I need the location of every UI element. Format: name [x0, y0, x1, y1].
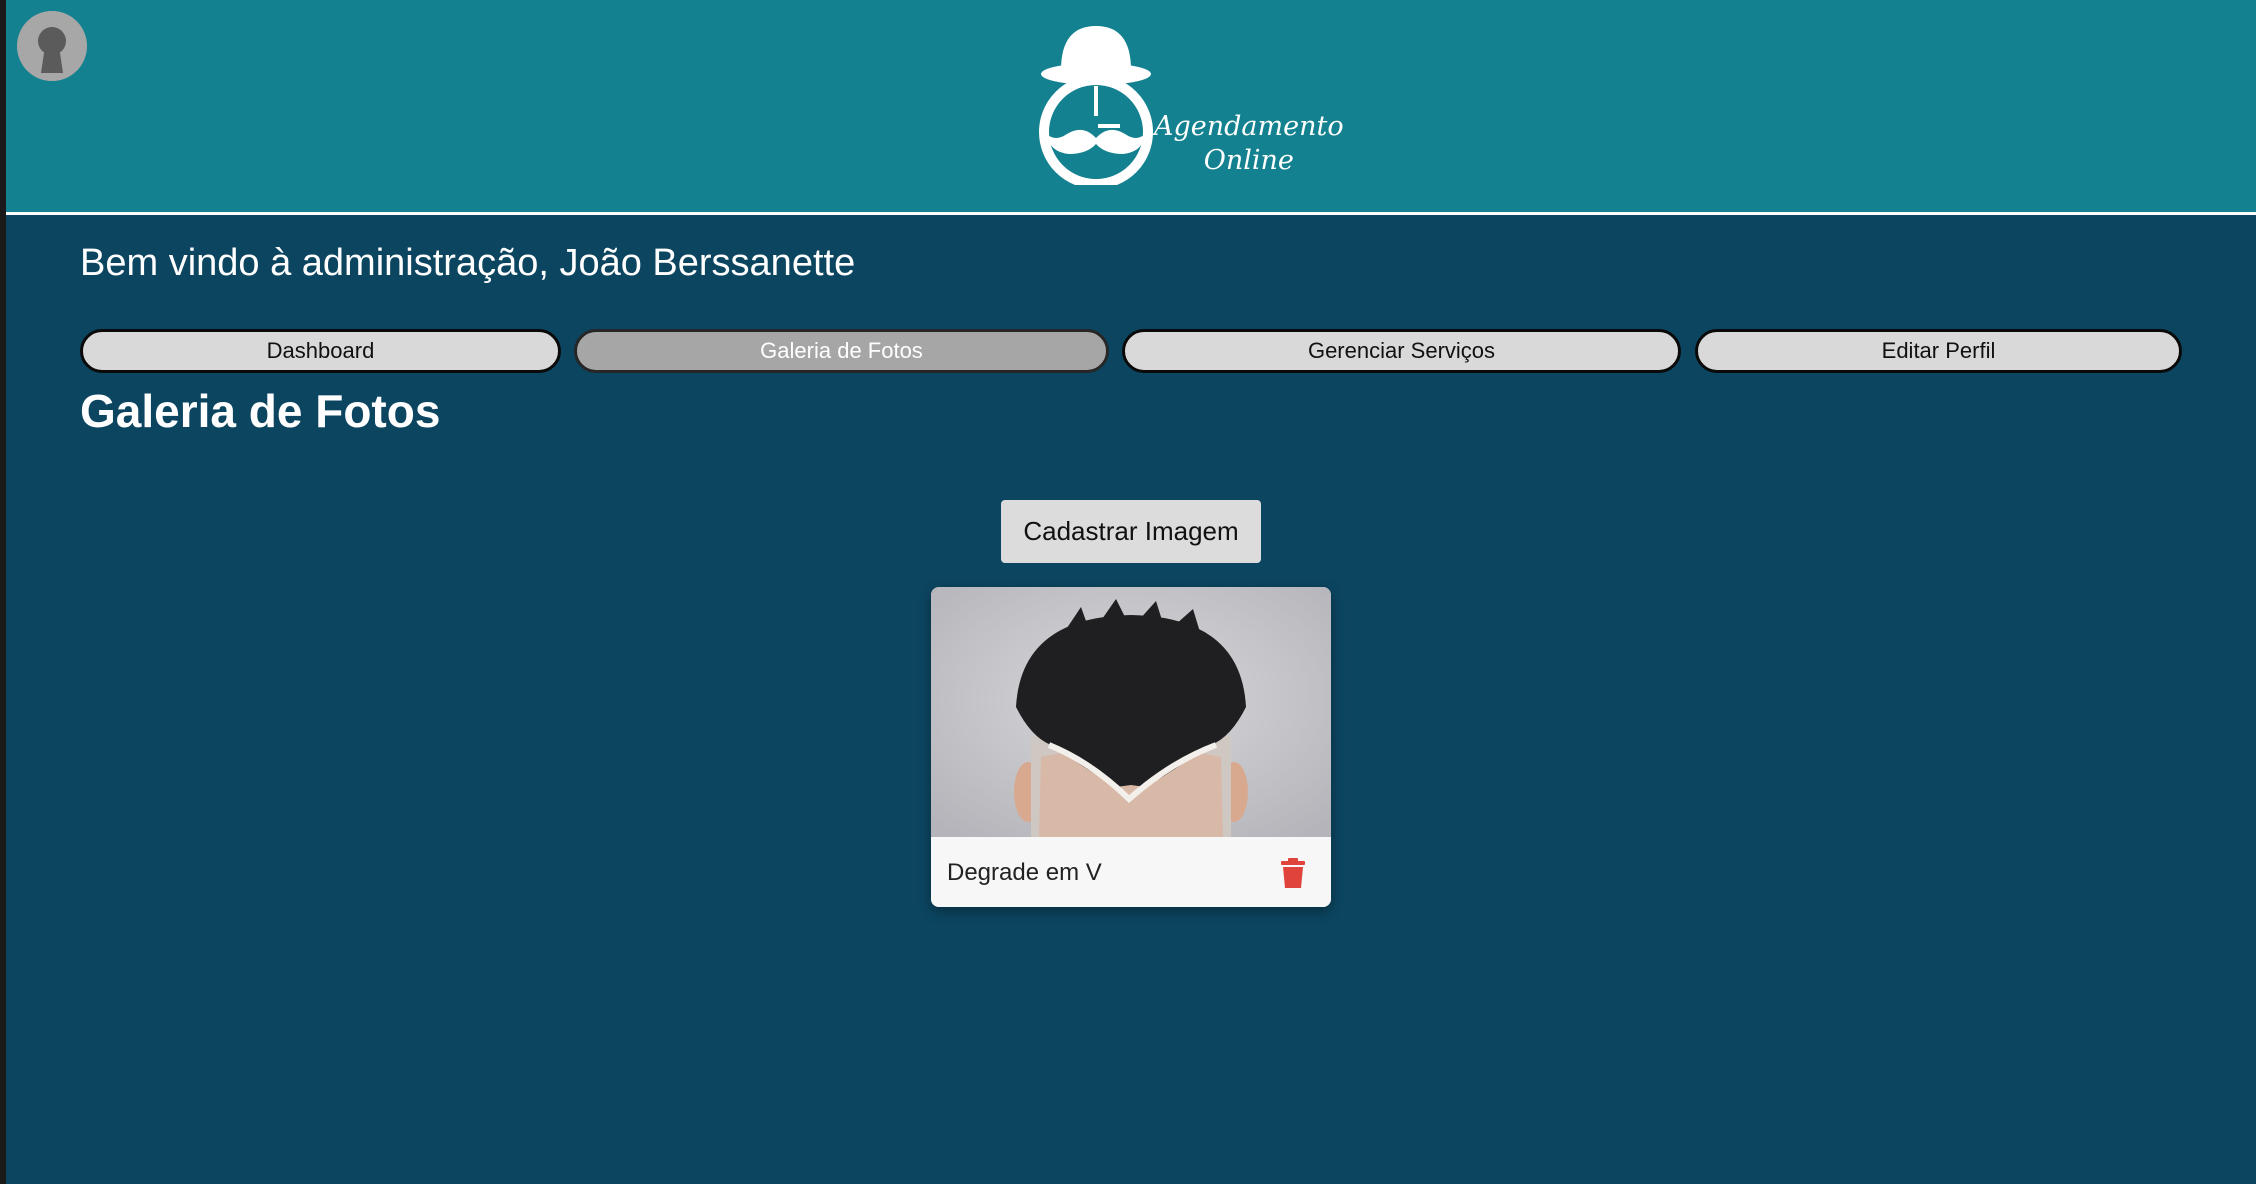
logo-line-2: Online: [1203, 145, 1294, 176]
add-image-button[interactable]: Cadastrar Imagem: [1001, 500, 1261, 563]
logo-text: Agendamento Online: [1154, 110, 1344, 178]
card-footer: Degrade em V: [931, 837, 1331, 907]
logo-line-1: Agendamento: [1154, 111, 1344, 142]
user-avatar-icon[interactable]: [17, 11, 87, 81]
tab-dashboard[interactable]: Dashboard: [80, 329, 561, 373]
tab-editar-perfil[interactable]: Editar Perfil: [1695, 329, 2182, 373]
gallery-photo: [931, 587, 1331, 837]
barber-mustache-icon: [1039, 26, 1153, 185]
welcome-heading: Bem vindo à administração, João Berssane…: [80, 242, 856, 284]
tab-galeria-de-fotos[interactable]: Galeria de Fotos: [574, 329, 1109, 373]
trash-icon[interactable]: [1279, 857, 1307, 889]
top-header: Agendamento Online: [6, 0, 2256, 215]
gallery-card[interactable]: Degrade em V: [931, 587, 1331, 907]
app-logo[interactable]: Agendamento Online: [1031, 20, 1344, 185]
tab-gerenciar-servicos[interactable]: Gerenciar Serviços: [1122, 329, 1681, 373]
page-title: Galeria de Fotos: [80, 385, 441, 437]
photo-caption: Degrade em V: [947, 859, 1102, 886]
